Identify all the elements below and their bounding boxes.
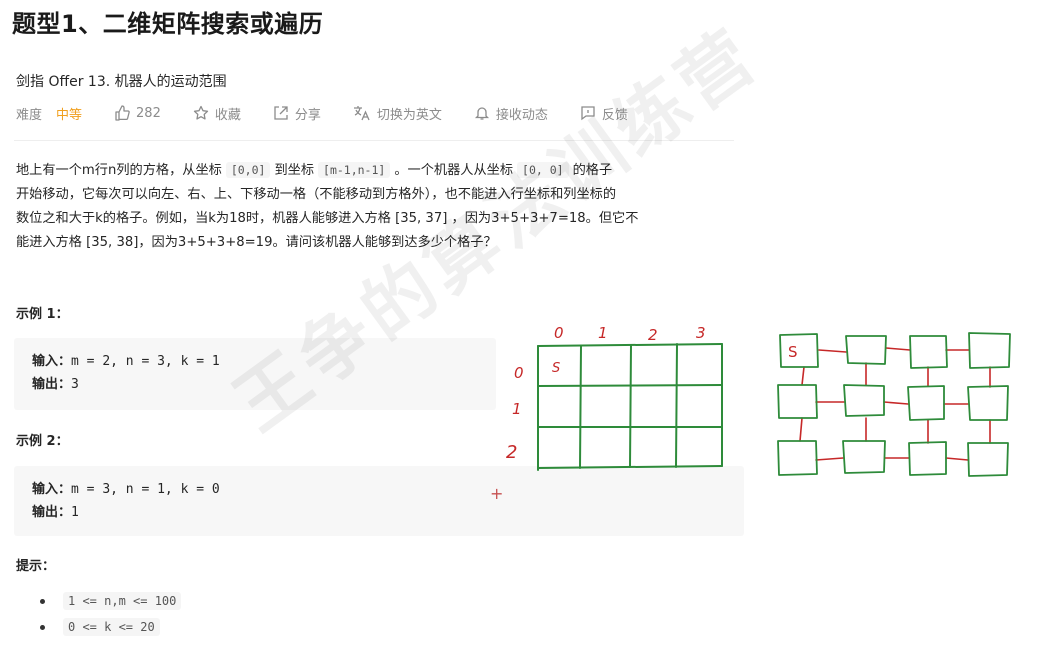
sketch-node [968, 332, 1011, 369]
sketch-node [967, 442, 1009, 477]
sketch-node [967, 385, 1009, 421]
sketch-node [908, 441, 947, 476]
sketch-node [842, 440, 886, 474]
sketch-row-label: 0 [514, 364, 524, 382]
sketch-row-label: 1 [512, 400, 522, 418]
sketch-row-label: 2 [506, 442, 517, 463]
sketch-col-label: 0 [554, 324, 564, 342]
sketch-col-label: 1 [598, 324, 608, 342]
sketch-node [909, 335, 948, 369]
sketch-grid [537, 343, 723, 471]
sketch-col-label: 3 [696, 324, 706, 342]
sketch-node [843, 384, 885, 417]
cursor-crosshair-icon: + [490, 484, 504, 503]
sketch-node [779, 333, 819, 368]
sketch-graph-start: S [788, 343, 798, 361]
sketch-node [777, 384, 818, 419]
sketch-graph-edges [799, 347, 991, 461]
hand-drawn-sketch: 0 1 2 3 0 1 2 S S [506, 324, 1011, 477]
sketch-col-label: 2 [648, 326, 658, 344]
sketch-node [777, 440, 818, 476]
sketch-graph-nodes [777, 332, 1011, 477]
sketch-node [907, 385, 945, 421]
sketch-start-cell: S [552, 361, 560, 376]
sketch-node [845, 335, 887, 365]
